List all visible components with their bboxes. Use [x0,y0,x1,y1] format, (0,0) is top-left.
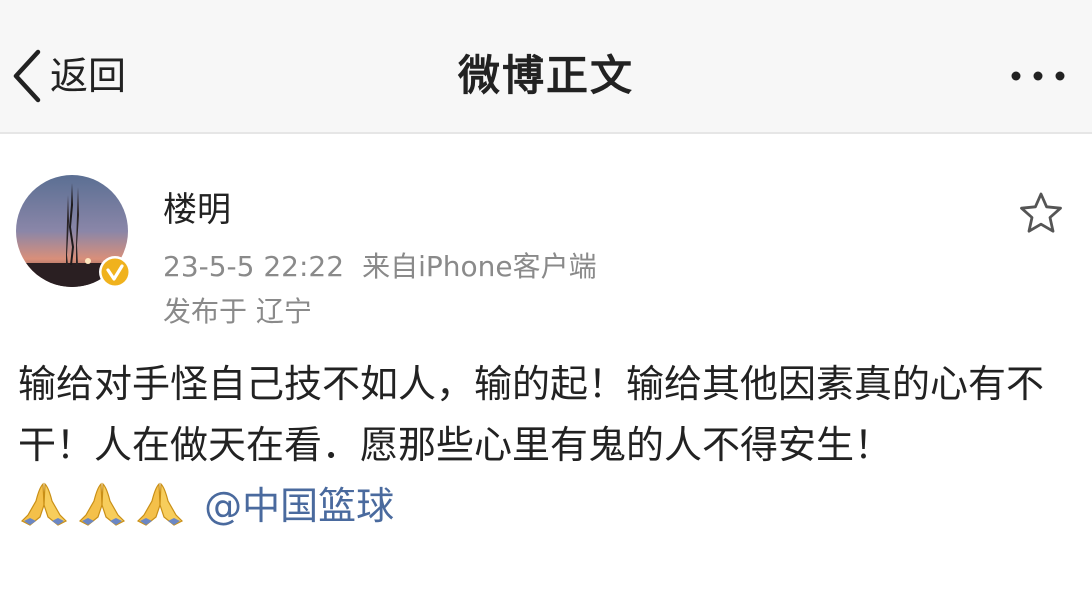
emoji-group [18,481,192,545]
author-name[interactable]: 楼明 [163,188,231,232]
top-navbar: 返回 微博正文 [0,0,1092,134]
post-meta: 23-5-5 22:22 来自iPhone客户端 [163,247,597,287]
post-location: 发布于 辽宁 [163,295,312,328]
praying-hands-icon [20,482,68,526]
post-timestamp: 23-5-5 22:22 [163,250,345,283]
page-title: 微博正文 [457,51,634,100]
star-icon [1018,192,1064,240]
post-main-text: 输给对手怪自己技不如人，输的起！输给其他因素真的心有不干！人在做天在看．愿那些心… [18,362,1045,467]
mention-link[interactable]: @中国篮球 [204,484,394,528]
post-text: 输给对手怪自己技不如人，输的起！输给其他因素真的心有不干！人在做天在看．愿那些心… [18,354,1068,545]
more-button[interactable] [1006,58,1070,94]
favorite-button[interactable] [1018,190,1064,236]
praying-hands-icon [136,482,184,526]
praying-hands-icon [78,482,126,526]
verified-badge-icon [98,255,132,289]
post-source: 来自iPhone客户端 [362,250,597,283]
avatar[interactable] [16,175,131,288]
more-dots-icon [1006,58,1070,94]
weibo-post-screen: 返回 微博正文 楼明 23-5-5 22:22 来自iPhone客户端 发布于 … [0,0,1092,589]
